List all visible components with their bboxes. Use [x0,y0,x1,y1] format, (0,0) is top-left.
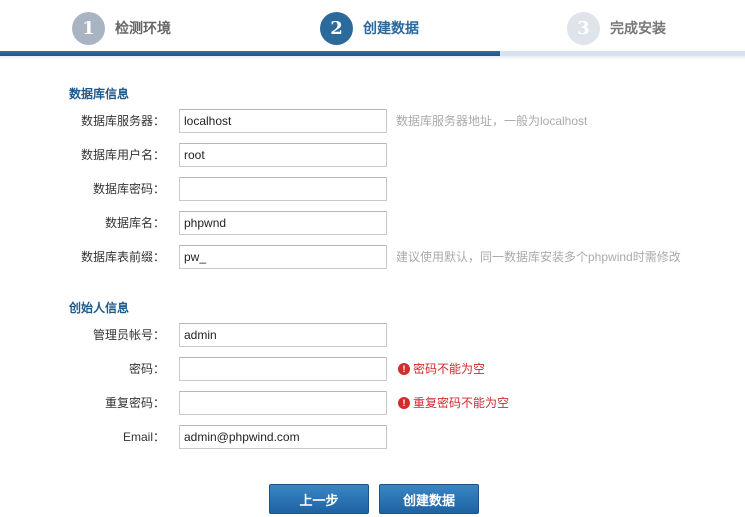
error-alert-icon: ! [398,363,410,375]
step-label-1: 检测环境 [115,20,171,36]
email-row: Email： [0,425,745,449]
install-stepper: 1 检测环境 2 创建数据 3 完成安装 [0,0,745,60]
step-label-2: 创建数据 [363,20,419,36]
database-section-title: 数据库信息 [69,87,130,101]
db-prefix-label: 数据库表前缀： [80,250,165,264]
db-server-label: 数据库服务器： [80,114,165,128]
db-password-label: 数据库密码： [92,182,165,196]
admin-password-error-text: 密码不能为空 [413,362,486,376]
error-alert-icon: ! [398,397,410,409]
db-user-input[interactable] [179,143,387,167]
admin-account-row: 管理员帐号： [0,323,745,347]
step-number-3: 3 [567,11,600,45]
prev-step-button[interactable]: 上一步 [269,484,369,514]
step-finish-install: 3 完成安装 [567,11,666,45]
repeat-password-error: ! 重复密码不能为空 [398,391,509,415]
step-create-data: 2 创建数据 [320,11,419,45]
repeat-password-label: 重复密码： [104,396,165,410]
email-input[interactable] [179,425,387,449]
db-name-label: 数据库名： [104,216,165,230]
step-check-environment: 1 检测环境 [72,11,171,45]
create-data-button[interactable]: 创建数据 [379,484,479,514]
db-server-row: 数据库服务器： 数据库服务器地址，一般为localhost [0,109,745,133]
db-prefix-hint: 建议使用默认，同一数据库安装多个phpwind时需修改 [396,250,681,264]
repeat-password-row: 重复密码： ! 重复密码不能为空 [0,391,745,415]
db-prefix-row: 数据库表前缀： 建议使用默认，同一数据库安装多个phpwind时需修改 [0,245,745,269]
step-number-1: 1 [72,11,105,45]
step-number-2: 2 [320,11,353,45]
email-label: Email： [122,430,165,444]
admin-password-row: 密码： ! 密码不能为空 [0,357,745,381]
admin-account-label: 管理员帐号： [92,328,165,342]
admin-password-input[interactable] [179,357,387,381]
repeat-password-error-text: 重复密码不能为空 [413,396,510,410]
db-password-input[interactable] [179,177,387,201]
admin-account-input[interactable] [179,323,387,347]
admin-password-label: 密码： [128,362,165,376]
founder-section-title: 创始人信息 [69,301,130,315]
db-server-hint: 数据库服务器地址，一般为localhost [396,114,588,128]
db-server-input[interactable] [179,109,387,133]
db-name-input[interactable] [179,211,387,235]
repeat-password-input[interactable] [179,391,387,415]
step-label-3: 完成安装 [610,20,666,36]
progress-shade [0,56,745,60]
db-name-row: 数据库名： [0,211,745,235]
db-user-label: 数据库用户名： [80,148,165,162]
admin-password-error: ! 密码不能为空 [398,357,485,381]
db-user-row: 数据库用户名： [0,143,745,167]
db-prefix-input[interactable] [179,245,387,269]
db-password-row: 数据库密码： [0,177,745,201]
